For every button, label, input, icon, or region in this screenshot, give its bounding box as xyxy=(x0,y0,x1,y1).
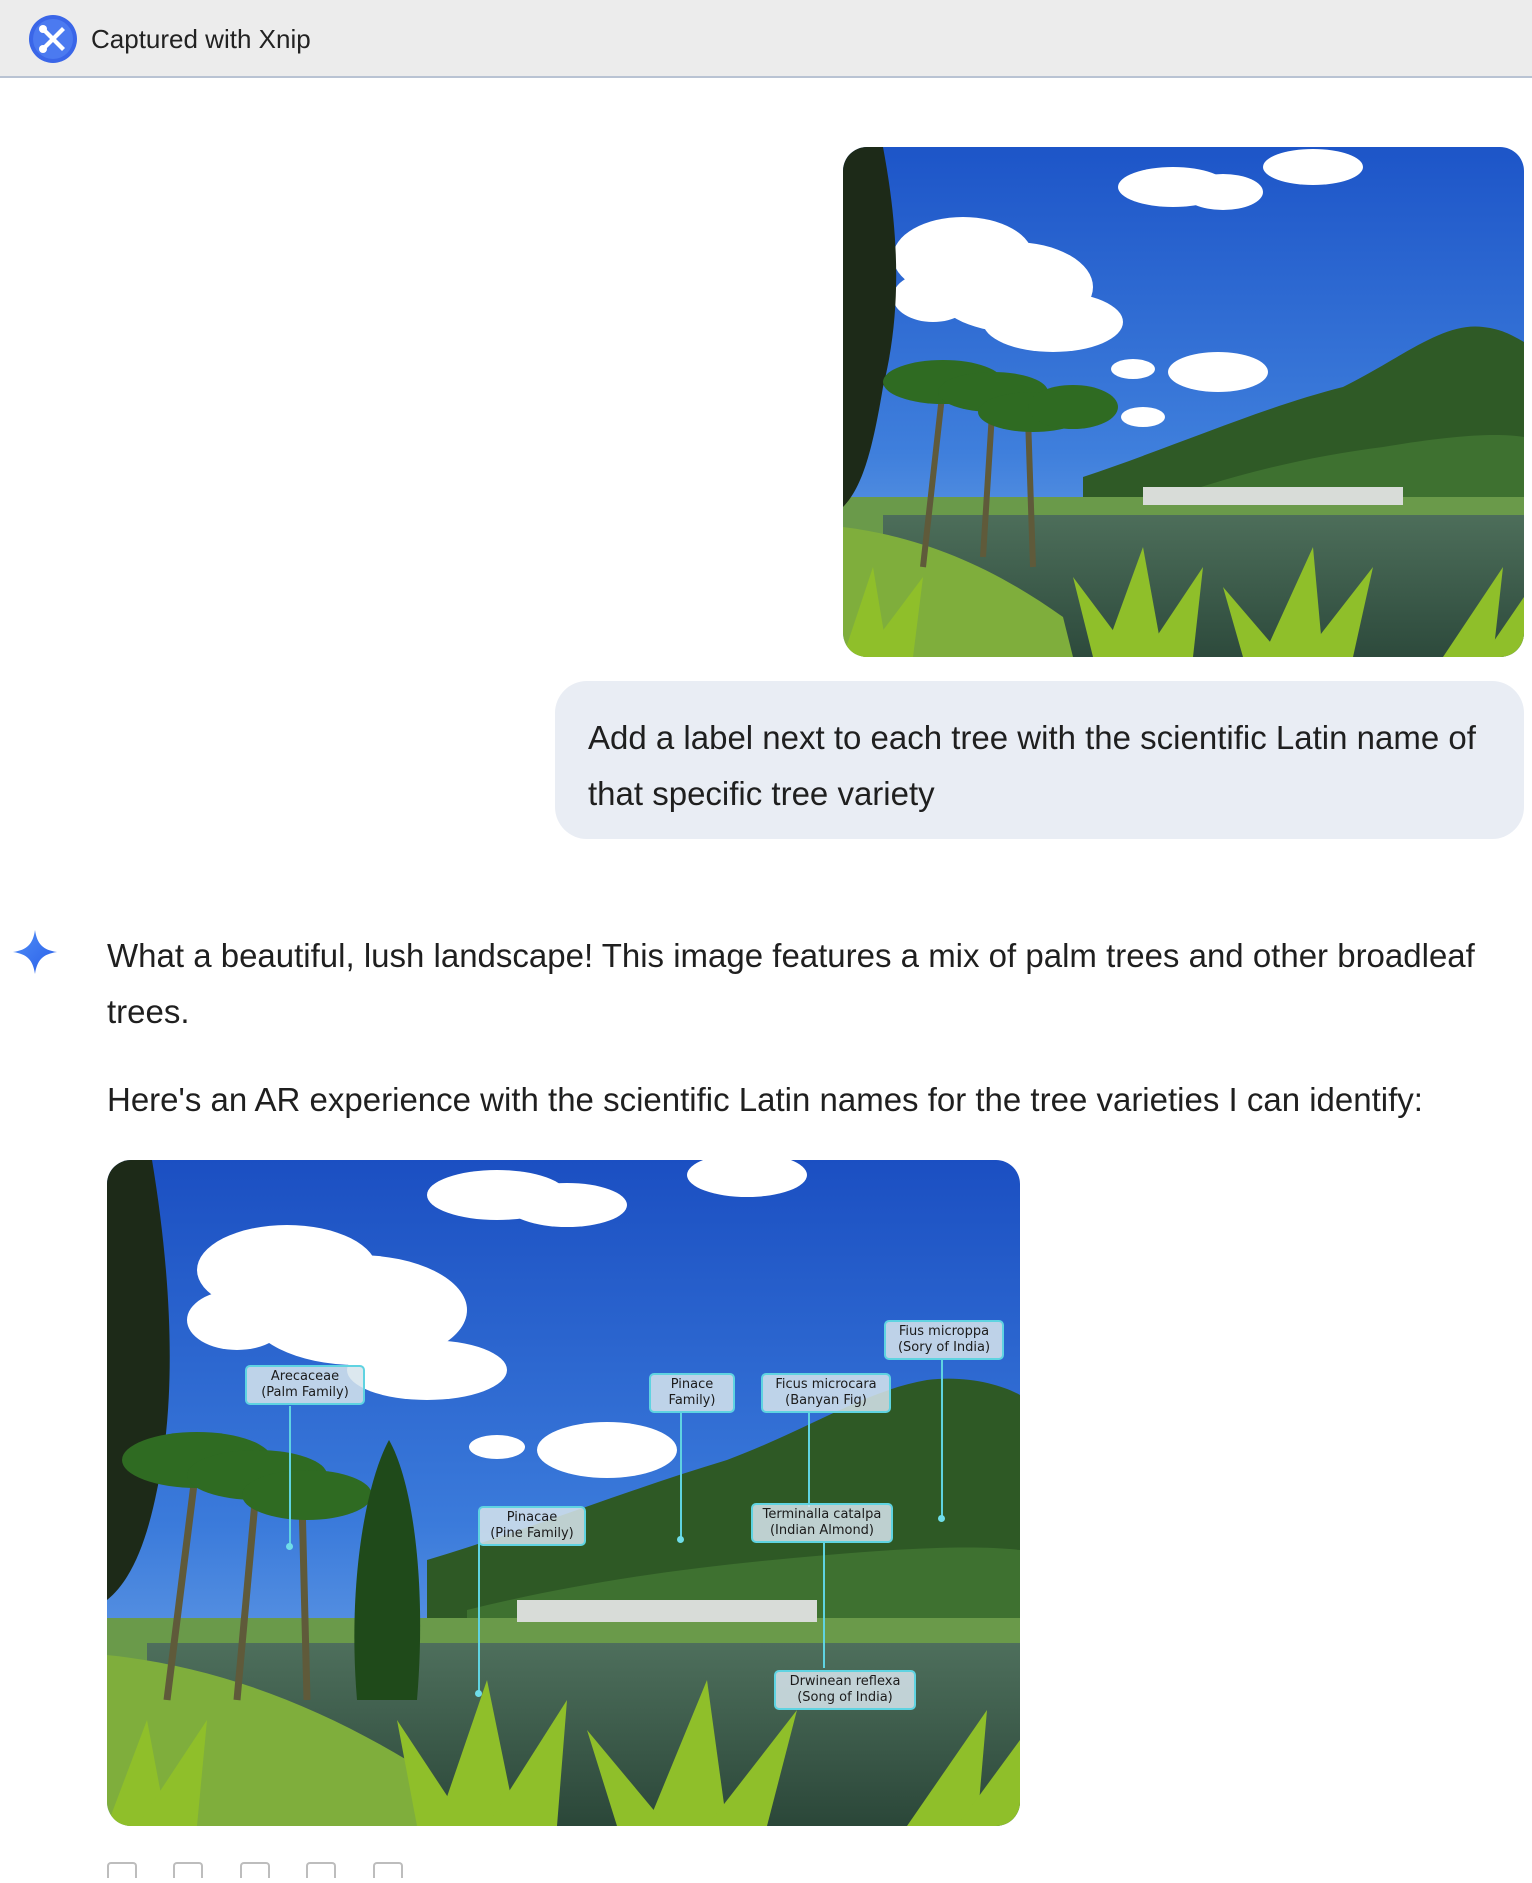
gemini-spark-icon xyxy=(13,930,57,974)
ar-label-line1: Terminalla catalpa xyxy=(762,1507,882,1522)
ar-leader-line xyxy=(808,1412,810,1507)
copy-icon[interactable] xyxy=(372,1862,403,1878)
assistant-paragraph-2: Here's an AR experience with the scienti… xyxy=(107,1081,1423,1118)
share-icon[interactable] xyxy=(306,1862,337,1878)
window-title: Captured with Xnip xyxy=(91,24,311,54)
annotated-lake-landscape-photo xyxy=(107,1160,1020,1826)
ar-label-pinacae: Pinacae (Pine Family) xyxy=(478,1506,586,1546)
thumbs-up-icon[interactable] xyxy=(107,1862,137,1878)
ar-label-line2: (Song of India) xyxy=(797,1690,893,1705)
ar-label-line2: (Pine Family) xyxy=(490,1526,574,1541)
ar-leader-line xyxy=(823,1543,825,1668)
ar-leader-line xyxy=(941,1359,943,1519)
ar-label-line2: Family) xyxy=(668,1393,716,1408)
ar-label-line1: Drwinean reflexa xyxy=(789,1674,901,1689)
assistant-paragraph-1: What a beautiful, lush landscape! This i… xyxy=(107,937,1475,1030)
regenerate-icon[interactable] xyxy=(239,1862,270,1878)
ar-label-line2: (Sory of India) xyxy=(897,1340,991,1355)
ar-label-line2: (Banyan Fig) xyxy=(785,1393,867,1408)
ar-label-line1: Pinacae xyxy=(506,1510,558,1525)
ar-label-line2: (Palm Family) xyxy=(261,1385,349,1400)
thumbs-down-icon[interactable] xyxy=(173,1862,204,1878)
ar-anchor-dot xyxy=(938,1515,945,1522)
ar-leader-line xyxy=(680,1412,682,1540)
ar-label-fius-microppa: Fius microppa (Sory of India) xyxy=(884,1320,1004,1360)
ar-anchor-dot xyxy=(286,1543,293,1550)
xnip-logo-icon xyxy=(29,15,77,63)
lake-landscape-photo xyxy=(843,147,1524,657)
ar-leader-line xyxy=(289,1406,291,1546)
response-action-bar xyxy=(107,1862,435,1882)
ar-label-line1: Ficus microcara xyxy=(775,1377,877,1392)
ar-label-pinace: Pinace Family) xyxy=(649,1373,735,1413)
user-message-bubble: Add a label next to each tree with the s… xyxy=(555,681,1524,839)
ar-label-line1: Pinace xyxy=(670,1377,714,1392)
window-titlebar: Captured with Xnip xyxy=(0,0,1532,78)
ar-label-drwinean-reflexa: Drwinean reflexa (Song of India) xyxy=(774,1670,916,1710)
assistant-annotated-image[interactable]: Arecaceae (Palm Family) Pinacae (Pine Fa… xyxy=(107,1160,1020,1826)
ar-anchor-dot xyxy=(475,1690,482,1697)
ar-label-arecaceae: Arecaceae (Palm Family) xyxy=(245,1365,365,1405)
ar-label-terminalla-catalpa: Terminalla catalpa (Indian Almond) xyxy=(751,1503,893,1543)
ar-label-line2: (Indian Almond) xyxy=(769,1523,875,1538)
ar-label-line1: Arecaceae xyxy=(270,1369,340,1384)
ar-anchor-dot xyxy=(677,1536,684,1543)
ar-label-line1: Fius microppa xyxy=(898,1324,990,1339)
user-uploaded-image[interactable] xyxy=(843,147,1524,657)
ar-label-ficus-microcara: Ficus microcara (Banyan Fig) xyxy=(761,1373,891,1413)
ar-leader-line xyxy=(478,1534,480,1694)
